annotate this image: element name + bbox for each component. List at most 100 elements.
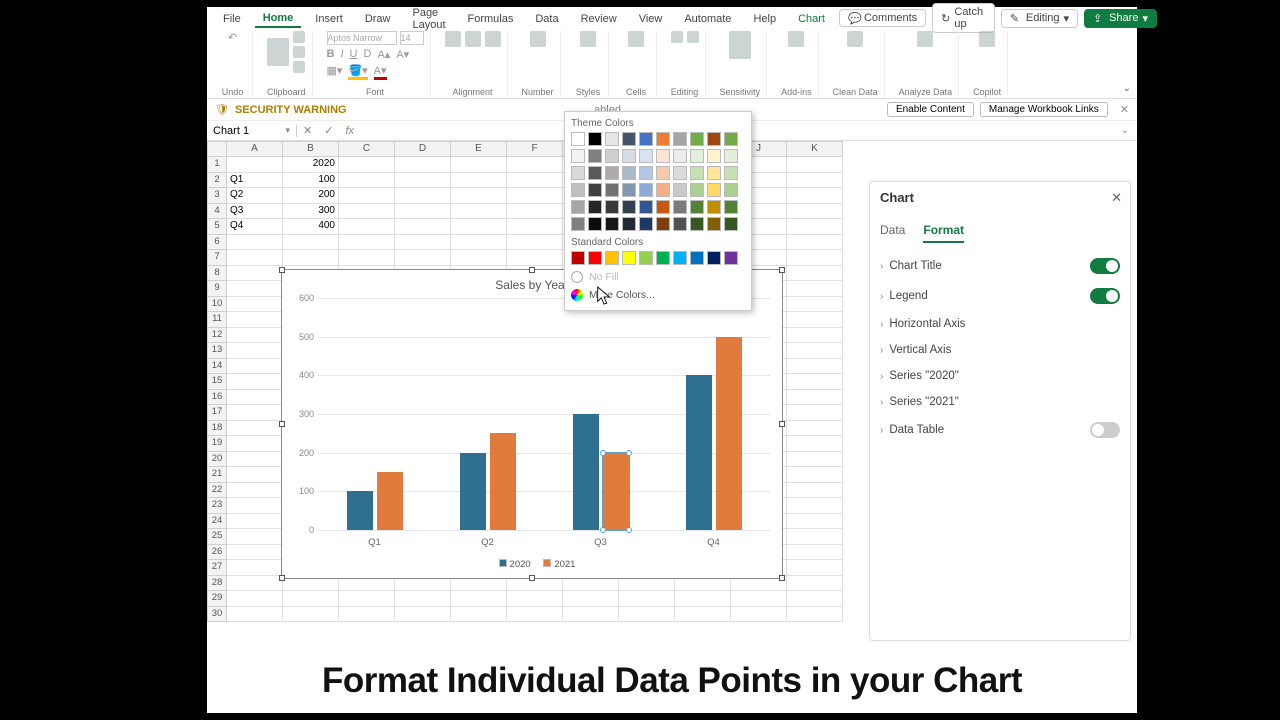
tab-draw[interactable]: Draw (357, 10, 399, 27)
color-swatch[interactable] (605, 149, 619, 163)
cell[interactable] (227, 297, 283, 313)
format-painter-icon[interactable] (293, 61, 305, 73)
bold-button[interactable]: B (327, 48, 335, 61)
clean-data-icon[interactable] (847, 31, 863, 47)
row-header[interactable]: 15 (207, 374, 227, 390)
chart-bar[interactable] (490, 433, 516, 530)
col-header[interactable]: E (451, 141, 507, 157)
styles-icon[interactable] (580, 31, 596, 47)
color-swatch[interactable] (639, 183, 653, 197)
cell[interactable]: Q1 (227, 173, 283, 189)
row-header[interactable]: 10 (207, 297, 227, 313)
manage-links-button[interactable]: Manage Workbook Links (980, 102, 1108, 117)
color-swatch[interactable] (571, 217, 585, 231)
share-button[interactable]: ⇪Share▾ (1084, 9, 1157, 28)
color-swatch[interactable] (707, 200, 721, 214)
cell[interactable] (227, 250, 283, 266)
color-swatch[interactable] (639, 200, 653, 214)
color-swatch[interactable] (605, 132, 619, 146)
cell[interactable] (787, 157, 843, 173)
cell[interactable] (787, 421, 843, 437)
cell[interactable] (395, 250, 451, 266)
cell[interactable] (787, 250, 843, 266)
pane-tab-data[interactable]: Data (880, 223, 905, 243)
row-header[interactable]: 22 (207, 483, 227, 499)
cell[interactable] (451, 173, 507, 189)
close-icon[interactable]: ✕ (1111, 190, 1122, 206)
chart-bar[interactable] (716, 337, 742, 530)
col-header[interactable]: A (227, 141, 283, 157)
cell[interactable] (339, 188, 395, 204)
row-header[interactable]: 2 (207, 173, 227, 189)
color-swatch[interactable] (656, 132, 670, 146)
cell[interactable] (507, 219, 563, 235)
cell[interactable] (731, 591, 787, 607)
cell[interactable] (227, 514, 283, 530)
color-swatch[interactable] (588, 251, 602, 265)
color-swatch[interactable] (639, 132, 653, 146)
cell[interactable] (451, 157, 507, 173)
color-swatch[interactable] (724, 200, 738, 214)
color-swatch[interactable] (690, 251, 704, 265)
cell[interactable]: Q3 (227, 204, 283, 220)
align-icon[interactable] (445, 31, 461, 47)
cell[interactable] (283, 250, 339, 266)
color-swatch[interactable] (571, 183, 585, 197)
pane-row[interactable]: ›Data Table (880, 415, 1120, 445)
color-swatch[interactable] (622, 183, 636, 197)
color-swatch[interactable] (690, 183, 704, 197)
color-swatch[interactable] (639, 166, 653, 180)
name-box[interactable]: Chart 1▾ (207, 125, 297, 137)
col-header[interactable]: D (395, 141, 451, 157)
comments-button[interactable]: 💬Comments (839, 9, 926, 27)
cancel-formula-icon[interactable]: ✕ (297, 124, 318, 137)
cell[interactable] (339, 204, 395, 220)
cell[interactable] (339, 607, 395, 623)
cell[interactable] (507, 607, 563, 623)
cell[interactable] (787, 390, 843, 406)
cell[interactable] (227, 235, 283, 251)
color-swatch[interactable] (605, 166, 619, 180)
row-header[interactable]: 17 (207, 405, 227, 421)
color-swatch[interactable] (622, 251, 636, 265)
cell[interactable] (787, 452, 843, 468)
tab-home[interactable]: Home (255, 9, 302, 28)
color-swatch[interactable] (622, 149, 636, 163)
cell[interactable] (227, 483, 283, 499)
color-swatch[interactable] (588, 217, 602, 231)
addins-icon[interactable] (788, 31, 804, 47)
cell[interactable] (227, 467, 283, 483)
cell[interactable] (787, 266, 843, 282)
analyze-data-icon[interactable] (917, 31, 933, 47)
row-header[interactable]: 18 (207, 421, 227, 437)
tab-view[interactable]: View (631, 10, 671, 27)
row-header[interactable]: 26 (207, 545, 227, 561)
color-swatch[interactable] (690, 200, 704, 214)
color-swatch[interactable] (707, 132, 721, 146)
row-header[interactable]: 16 (207, 390, 227, 406)
pane-row[interactable]: ›Series "2021" (880, 389, 1120, 415)
cell[interactable] (787, 204, 843, 220)
more-colors-option[interactable]: More Colors... (571, 286, 745, 304)
pane-row[interactable]: ›Series "2020" (880, 363, 1120, 389)
pane-tab-format[interactable]: Format (923, 223, 964, 243)
cell[interactable] (395, 607, 451, 623)
color-swatch[interactable] (571, 132, 585, 146)
editing-dropdown[interactable]: ✎Editing▾ (1001, 9, 1078, 28)
tab-review[interactable]: Review (573, 10, 625, 27)
cell[interactable] (787, 560, 843, 576)
font-grow-icon[interactable]: A▴ (377, 48, 390, 61)
tab-help[interactable]: Help (745, 10, 784, 27)
color-swatch[interactable] (673, 251, 687, 265)
enable-content-button[interactable]: Enable Content (887, 102, 974, 117)
underline-button[interactable]: U (350, 48, 358, 61)
ribbon-collapse-icon[interactable]: ⌄ (1123, 83, 1131, 94)
pane-row[interactable]: ›Legend (880, 281, 1120, 311)
cell[interactable] (787, 467, 843, 483)
cell[interactable] (227, 498, 283, 514)
pane-row[interactable]: ›Vertical Axis (880, 337, 1120, 363)
color-swatch[interactable] (622, 200, 636, 214)
color-swatch[interactable] (656, 251, 670, 265)
color-swatch[interactable] (588, 132, 602, 146)
row-header[interactable]: 8 (207, 266, 227, 282)
